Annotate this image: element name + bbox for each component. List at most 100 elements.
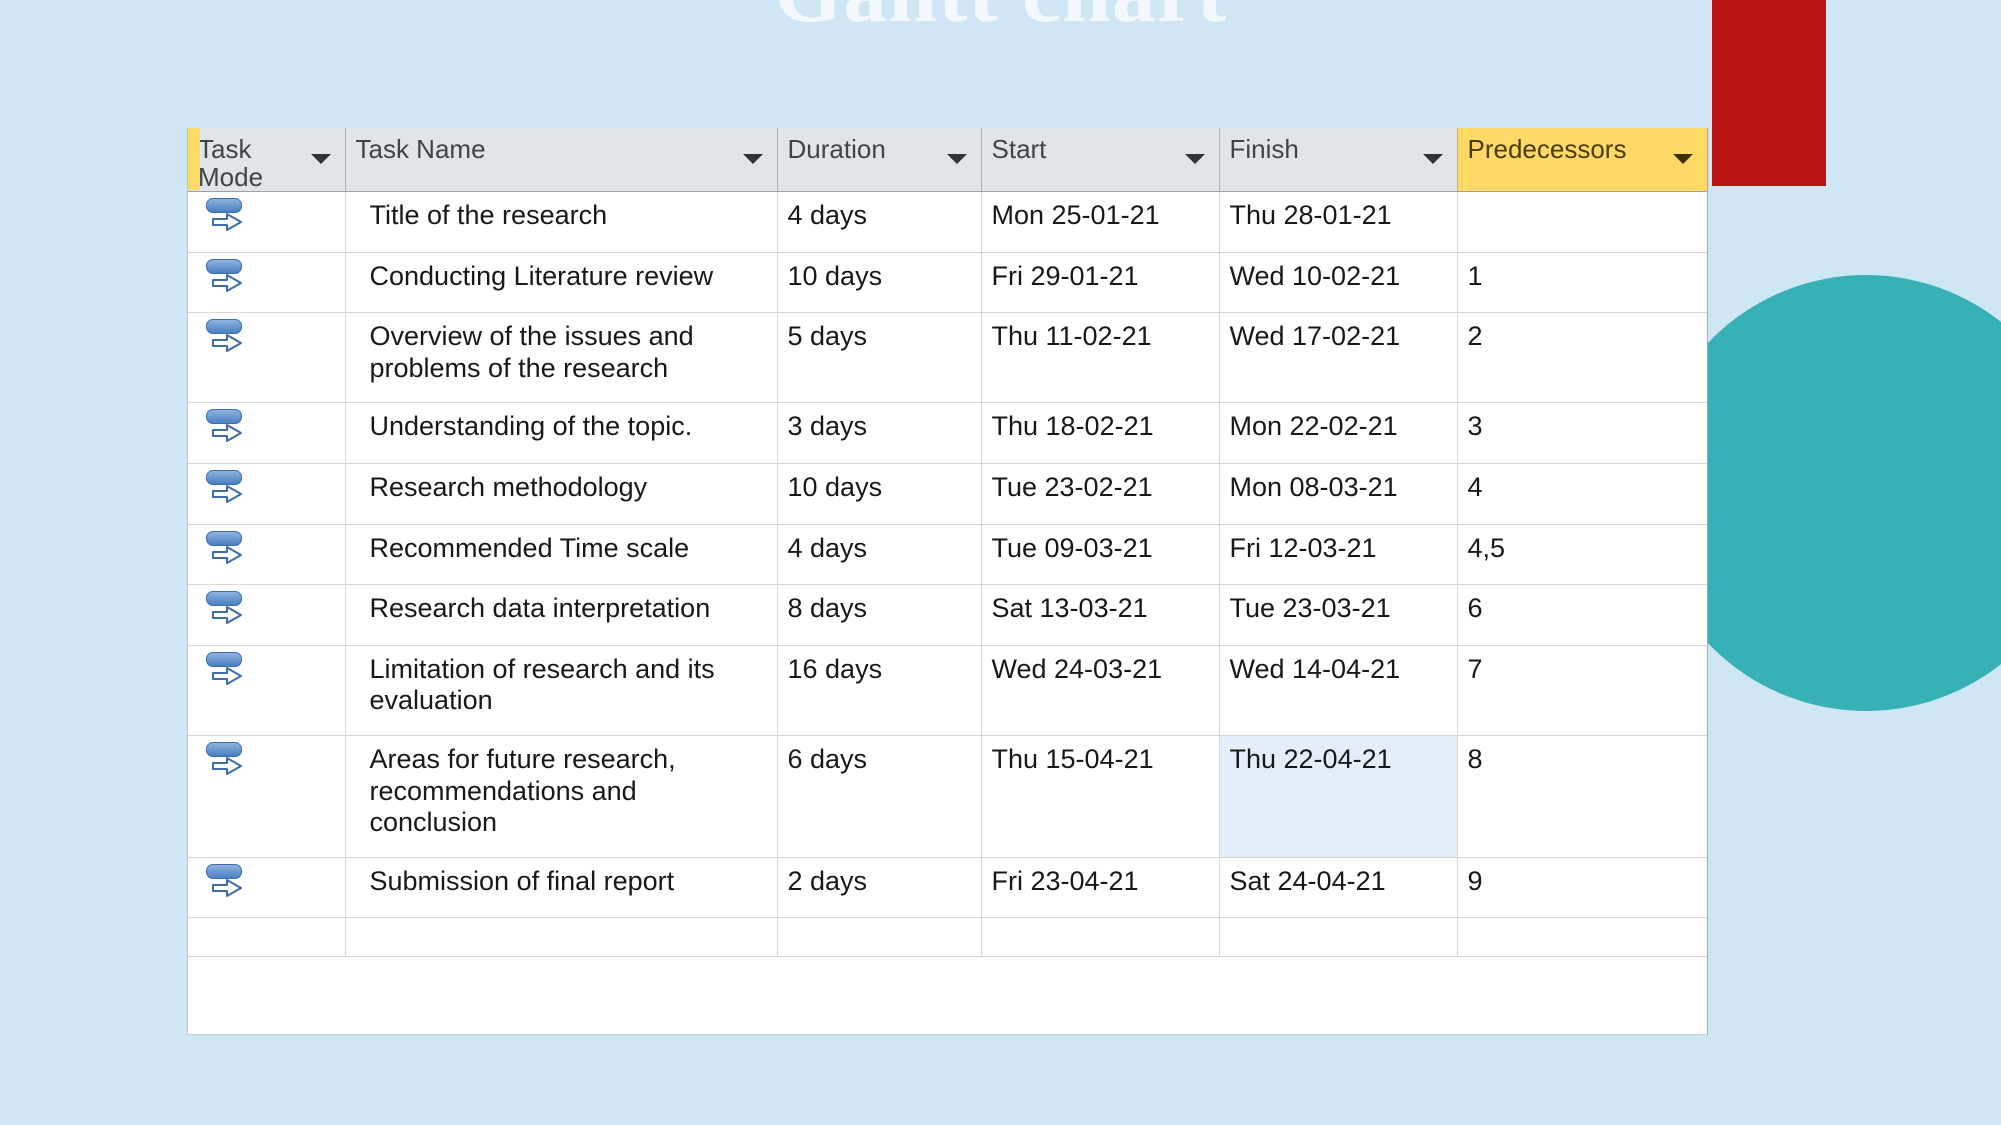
column-header-start[interactable]: Start [981, 128, 1220, 193]
cell-empty[interactable] [1457, 917, 1707, 958]
cell-task-name[interactable]: Overview of the issues and problems of t… [345, 312, 778, 404]
cell-duration[interactable]: 10 days [777, 252, 982, 314]
cell-empty[interactable] [188, 917, 346, 958]
cell-task-name[interactable]: Submission of final report [345, 857, 778, 919]
cell-finish[interactable]: Thu 28-01-21 [1219, 191, 1458, 253]
auto-schedule-icon [204, 529, 252, 577]
auto-schedule-icon [204, 650, 252, 698]
column-header-task-name-label: Task Name [355, 134, 486, 164]
table-row[interactable]: Conducting Literature review 10 days Fri 2… [188, 252, 1707, 314]
auto-schedule-icon [204, 196, 252, 244]
cell-predecessors[interactable]: 1 [1457, 252, 1707, 314]
cell-start[interactable]: Tue 09-03-21 [981, 524, 1220, 586]
table-empty-row[interactable] [188, 917, 1707, 958]
cell-predecessors[interactable] [1457, 191, 1707, 253]
table-row[interactable]: Recommended Time scale 4 days Tue 09-03-21… [188, 524, 1707, 586]
cell-duration[interactable]: 4 days [777, 524, 982, 586]
task-grid: Task Mode Task Name Duration Start Finis… [188, 128, 1707, 958]
cell-task-mode[interactable] [188, 584, 346, 646]
cell-task-mode[interactable] [188, 252, 346, 314]
chevron-down-icon[interactable] [742, 154, 763, 164]
cell-task-name[interactable]: Research data interpretation [345, 584, 778, 646]
cell-predecessors[interactable]: 3 [1457, 402, 1707, 465]
cell-empty[interactable] [777, 917, 982, 958]
cell-start[interactable]: Wed 24-03-21 [981, 645, 1220, 736]
cell-predecessors[interactable]: 4,5 [1457, 524, 1707, 586]
cell-task-mode[interactable] [188, 735, 346, 858]
cell-finish[interactable]: Sat 24-04-21 [1219, 857, 1458, 919]
auto-schedule-icon [204, 317, 252, 365]
table-header: Task Mode Task Name Duration Start Finis… [188, 128, 1707, 193]
table-row[interactable]: Research data interpretation 8 days Sat 13… [188, 584, 1707, 646]
cell-predecessors[interactable]: 7 [1457, 645, 1707, 736]
cell-empty[interactable] [981, 917, 1220, 958]
cell-empty[interactable] [345, 917, 778, 958]
cell-task-mode[interactable] [188, 524, 346, 586]
chevron-down-icon[interactable] [1422, 154, 1443, 164]
cell-task-mode[interactable] [188, 312, 346, 404]
cell-task-name[interactable]: Understanding of the topic. [345, 402, 778, 465]
cell-duration[interactable]: 16 days [777, 645, 982, 736]
cell-start[interactable]: Tue 23-02-21 [981, 463, 1220, 525]
cell-duration[interactable]: 5 days [777, 312, 982, 404]
cell-task-name[interactable]: Recommended Time scale [345, 524, 778, 586]
cell-start[interactable]: Thu 18-02-21 [981, 402, 1220, 465]
cell-predecessors[interactable]: 2 [1457, 312, 1707, 404]
cell-task-mode[interactable] [188, 191, 346, 253]
cell-duration[interactable]: 8 days [777, 584, 982, 646]
cell-finish[interactable]: Mon 08-03-21 [1219, 463, 1458, 525]
table-row[interactable]: Limitation of research and its evaluatio… [188, 645, 1707, 736]
cell-duration[interactable]: 2 days [777, 857, 982, 919]
chevron-down-icon[interactable] [310, 154, 331, 164]
column-header-predecessors[interactable]: Predecessors [1456, 128, 1707, 193]
table-row[interactable]: Submission of final report 2 days Fri 23-0… [188, 857, 1707, 919]
cell-finish[interactable]: Wed 10-02-21 [1219, 252, 1458, 314]
chevron-down-icon[interactable] [946, 154, 967, 164]
cell-start[interactable]: Fri 29-01-21 [981, 252, 1220, 314]
column-header-duration[interactable]: Duration [777, 128, 982, 193]
cell-start[interactable]: Mon 25-01-21 [981, 191, 1220, 253]
cell-start[interactable]: Sat 13-03-21 [981, 584, 1220, 646]
cell-task-mode[interactable] [188, 463, 346, 525]
cell-task-name[interactable]: Research methodology [345, 463, 778, 525]
table-row[interactable]: Understanding of the topic. 3 days Thu 18-… [188, 402, 1707, 465]
cell-task-name[interactable]: Limitation of research and its evaluatio… [345, 645, 778, 736]
cell-finish[interactable]: Tue 23-03-21 [1219, 584, 1458, 646]
auto-schedule-icon [204, 468, 252, 516]
table-row[interactable]: Research methodology 10 days Tue 23-02-21 M… [188, 463, 1707, 525]
page-title: Gantt chart [0, 0, 2001, 43]
cell-finish[interactable]: Mon 22-02-21 [1219, 402, 1458, 465]
column-header-finish[interactable]: Finish [1219, 128, 1458, 193]
cell-duration[interactable]: 10 days [777, 463, 982, 525]
cell-start[interactable]: Fri 23-04-21 [981, 857, 1220, 919]
table-row[interactable]: Areas for future research, recommendatio… [188, 735, 1707, 858]
chevron-down-icon[interactable] [1184, 154, 1205, 164]
cell-finish[interactable]: Fri 12-03-21 [1219, 524, 1458, 586]
cell-predecessors[interactable]: 9 [1457, 857, 1707, 919]
column-header-predecessors-label: Predecessors [1467, 134, 1627, 164]
auto-schedule-icon [204, 407, 252, 455]
cell-start[interactable]: Thu 15-04-21 [981, 735, 1220, 858]
cell-finish[interactable]: Wed 14-04-21 [1219, 645, 1458, 736]
table-row[interactable]: Overview of the issues and problems of t… [188, 312, 1707, 404]
cell-duration[interactable]: 6 days [777, 735, 982, 858]
cell-task-name[interactable]: Title of the research [345, 191, 778, 253]
cell-finish[interactable]: Wed 17-02-21 [1219, 312, 1458, 404]
cell-duration[interactable]: 4 days [777, 191, 982, 253]
cell-task-name[interactable]: Areas for future research, recommendatio… [345, 735, 778, 858]
cell-finish[interactable]: Thu 22-04-21 [1219, 735, 1458, 858]
cell-predecessors[interactable]: 6 [1457, 584, 1707, 646]
cell-predecessors[interactable]: 4 [1457, 463, 1707, 525]
cell-empty[interactable] [1219, 917, 1458, 958]
cell-duration[interactable]: 3 days [777, 402, 982, 465]
chevron-down-icon[interactable] [1672, 154, 1693, 164]
cell-task-mode[interactable] [188, 857, 346, 919]
cell-task-mode[interactable] [188, 402, 346, 465]
cell-predecessors[interactable]: 8 [1457, 735, 1707, 858]
column-header-task-name[interactable]: Task Name [345, 128, 778, 193]
table-row[interactable]: Title of the research 4 days Mon 25-01-21 T… [188, 191, 1707, 253]
cell-task-mode[interactable] [188, 645, 346, 736]
cell-task-name[interactable]: Conducting Literature review [345, 252, 778, 314]
cell-start[interactable]: Thu 11-02-21 [981, 312, 1220, 404]
column-header-task-mode[interactable]: Task Mode [188, 128, 346, 193]
